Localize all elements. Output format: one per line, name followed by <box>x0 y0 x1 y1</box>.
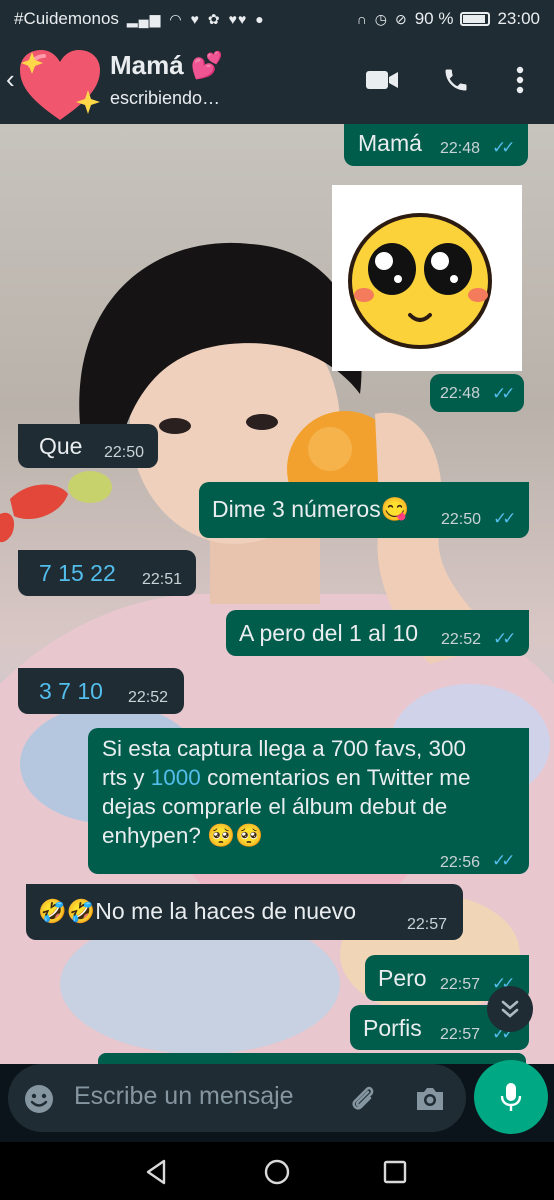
heart-icon: ♥♥ <box>228 11 248 27</box>
system-nav-bar <box>0 1142 554 1200</box>
home-circle-icon[interactable] <box>263 1158 291 1186</box>
read-receipt-icon: ✓✓ <box>492 138 515 157</box>
message-input-field[interactable]: Escribe un mensaje <box>8 1064 466 1132</box>
heart-icon: ♥ <box>190 11 200 27</box>
voice-message-button[interactable] <box>474 1060 548 1134</box>
message-outgoing-partial <box>98 1053 526 1064</box>
clock: 23:00 <box>497 9 540 28</box>
back-triangle-icon[interactable] <box>142 1158 170 1186</box>
message-outgoing[interactable]: Dime 3 números😋 22:50 ✓✓ <box>199 482 529 538</box>
message-outgoing[interactable]: Si esta captura llega a 700 favs, 300 rt… <box>88 728 529 874</box>
more-options-button[interactable] <box>500 60 540 100</box>
battery-percent: 90 % <box>414 9 454 28</box>
microphone-icon <box>500 1083 522 1111</box>
video-call-button[interactable] <box>362 60 402 100</box>
chat-header: ‹ Mamá 💕 escribiendo… <box>0 38 554 124</box>
avatar[interactable] <box>14 46 106 124</box>
more-vertical-icon <box>516 66 524 94</box>
message-text: Si esta captura llega a 700 favs, 300 rt… <box>102 736 471 848</box>
phone-icon <box>445 69 467 91</box>
battery-icon <box>460 12 491 26</box>
chat-area[interactable]: Mamá 22:48 ✓✓ 22:48 ✓✓ Que 22:50 Dime 3 … <box>0 124 554 1064</box>
message-outgoing[interactable]: Mamá 22:48 ✓✓ <box>344 124 528 166</box>
composer-bar: Escribe un mensaje <box>0 1060 554 1142</box>
camera-icon[interactable] <box>414 1084 446 1114</box>
status-bar: #Cuidemonos ▂▄▆ ◠ ♥ ✿ ♥♥ ● ∩ ◷ ⊘ 90 % 23… <box>0 0 554 38</box>
typing-status: escribiendo… <box>110 88 221 108</box>
emoji-icon[interactable] <box>24 1084 54 1114</box>
sticker-timestamp: 22:48 ✓✓ <box>430 374 524 412</box>
contact-name[interactable]: Mamá 💕 <box>110 50 223 81</box>
carrier-label: #Cuidemonos <box>14 9 119 28</box>
read-receipt-icon: ✓✓ <box>492 384 515 403</box>
scroll-to-bottom-button[interactable] <box>487 986 533 1032</box>
headphones-icon: ∩ <box>356 11 368 27</box>
message-input[interactable]: Escribe un mensaje <box>74 1082 294 1111</box>
message-incoming[interactable]: Que 22:50 <box>18 424 158 468</box>
read-receipt-icon: ✓✓ <box>493 629 516 648</box>
smiling-face-sticker <box>348 213 492 349</box>
read-receipt-icon: ✓✓ <box>492 851 515 870</box>
message-incoming[interactable]: 🤣🤣No me la haces de nuevo 22:57 <box>26 884 463 940</box>
wifi-icon: ◠ <box>169 10 183 27</box>
alarm-icon: ◷ <box>374 10 388 27</box>
highlighted-number: 1000 <box>150 765 201 790</box>
notification-icon: ✿ <box>207 10 221 27</box>
mute-icon: ⊘ <box>394 10 408 27</box>
paperclip-icon[interactable] <box>346 1082 378 1114</box>
message-incoming[interactable]: 3 7 10 22:52 <box>18 668 184 714</box>
read-receipt-icon: ✓✓ <box>493 509 516 528</box>
chat-bubble-icon: ● <box>255 11 265 27</box>
signal-icon: ▂▄▆ <box>126 10 162 27</box>
video-camera-icon <box>366 71 398 89</box>
recents-square-icon[interactable] <box>381 1158 409 1186</box>
message-outgoing[interactable]: A pero del 1 al 10 22:52 ✓✓ <box>226 610 529 656</box>
sticker-message[interactable] <box>332 185 522 371</box>
voice-call-button[interactable] <box>436 60 476 100</box>
double-chevron-down-icon <box>501 1000 519 1018</box>
message-incoming[interactable]: 7 15 22 22:51 <box>18 550 196 596</box>
